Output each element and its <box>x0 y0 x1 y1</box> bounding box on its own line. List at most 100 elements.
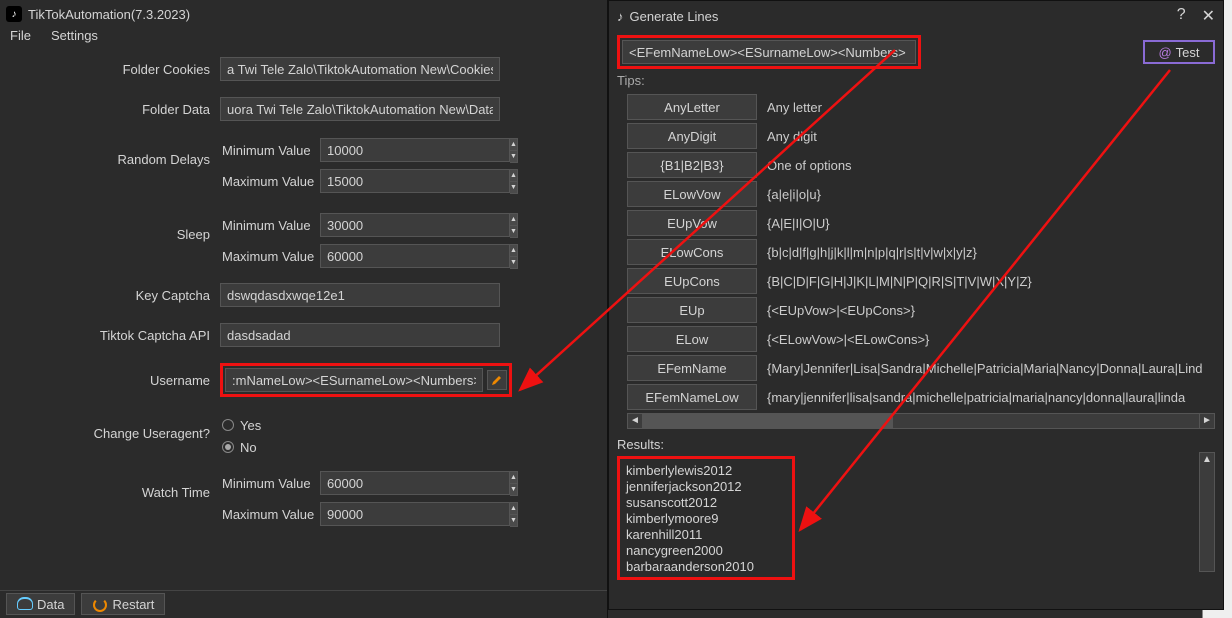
token-button[interactable]: AnyDigit <box>627 123 757 149</box>
scroll-left-icon[interactable]: ◄ <box>627 413 643 429</box>
scroll-thumb[interactable] <box>643 414 893 428</box>
token-desc: {Mary|Jennifer|Lisa|Sandra|Michelle|Patr… <box>767 361 1215 376</box>
folder-cookies-input[interactable] <box>220 57 500 81</box>
tiktok-captcha-input[interactable] <box>220 323 500 347</box>
label-username: Username <box>0 373 220 388</box>
key-captcha-input[interactable] <box>220 283 500 307</box>
token-button[interactable]: ELow <box>627 326 757 352</box>
token-row: ELowCons{b|c|d|f|g|h|j|k|l|m|n|p|q|r|s|t… <box>627 239 1215 265</box>
generate-lines-dialog: ♪ Generate Lines ? ✕ @Test Tips: AnyLett… <box>608 0 1224 610</box>
spin-down-icon[interactable]: ▼ <box>510 182 517 193</box>
token-list: AnyLetter Any letter AnyDigitAny digit {B1|… <box>617 94 1215 410</box>
restart-icon <box>92 597 106 611</box>
label-random-delays: Random Delays <box>0 138 220 167</box>
label-watch-time: Watch Time <box>0 471 220 500</box>
sleep-max-spin[interactable]: ▲▼ <box>320 244 490 269</box>
spin-down-icon[interactable]: ▼ <box>510 226 517 237</box>
sleep-min-spin[interactable]: ▲▼ <box>320 213 490 238</box>
data-button[interactable]: Data <box>6 593 75 615</box>
spin-down-icon[interactable]: ▼ <box>510 151 517 162</box>
token-row: AnyDigitAny digit <box>627 123 1215 149</box>
wt-min-input[interactable] <box>320 471 510 495</box>
spin-up-icon[interactable]: ▲ <box>510 170 517 182</box>
folder-data-input[interactable] <box>220 97 500 121</box>
dialog-titlebar: ♪ Generate Lines ? ✕ <box>609 1 1223 31</box>
spin-up-icon[interactable]: ▲ <box>510 214 517 226</box>
at-icon: @ <box>1158 45 1171 60</box>
rd-max-spin[interactable]: ▲▼ <box>320 169 490 194</box>
token-button[interactable]: EUpCons <box>627 268 757 294</box>
token-row: EUp {<EUpVow>|<EUpCons>} <box>627 297 1215 323</box>
rd-max-input[interactable] <box>320 169 510 193</box>
token-button[interactable]: EFemNameLow <box>627 384 757 410</box>
token-button[interactable]: EFemName <box>627 355 757 381</box>
vscrollbar[interactable]: ▲ <box>1199 452 1215 572</box>
radio-no[interactable] <box>222 441 234 453</box>
radio-yes[interactable] <box>222 419 234 431</box>
rd-min-spin[interactable]: ▲▼ <box>320 138 490 163</box>
label-sleep: Sleep <box>0 213 220 242</box>
token-row: AnyLetter Any letter <box>627 94 1215 120</box>
sleep-max-input[interactable] <box>320 244 510 268</box>
result-item: barbaraanderson2010 <box>626 559 786 575</box>
token-row: EFemName {Mary|Jennifer|Lisa|Sandra|Miche… <box>627 355 1215 381</box>
wt-max-spin[interactable]: ▲▼ <box>320 502 490 527</box>
expression-input[interactable] <box>622 40 916 64</box>
sleep-min-input[interactable] <box>320 213 510 237</box>
token-desc: {<ELowVow>|<ELowCons>} <box>767 332 1215 347</box>
result-item: susanscott2012 <box>626 495 786 511</box>
username-highlight <box>220 363 512 397</box>
edit-icon[interactable] <box>487 370 507 390</box>
results-label: Results: <box>617 437 1215 452</box>
close-icon[interactable]: ✕ <box>1202 6 1215 26</box>
dialog-title: Generate Lines <box>630 9 719 24</box>
token-row: ELow {<ELowVow>|<ELowCons>} <box>627 326 1215 352</box>
menu-settings[interactable]: Settings <box>51 28 98 48</box>
label-sleep-min: Minimum Value <box>220 218 320 233</box>
spin-up-icon[interactable]: ▲ <box>510 245 517 257</box>
spin-up-icon[interactable]: ▲ <box>510 503 517 515</box>
spin-up-icon[interactable]: ▲ <box>510 139 517 151</box>
spin-down-icon[interactable]: ▼ <box>510 484 517 495</box>
app-logo-icon: ♪ <box>617 9 624 24</box>
token-row: EUpCons{B|C|D|F|G|H|J|K|L|M|N|P|Q|R|S|T|… <box>627 268 1215 294</box>
bottombar: Data Restart <box>0 590 607 618</box>
token-desc: {<EUpVow>|<EUpCons>} <box>767 303 1215 318</box>
wt-max-input[interactable] <box>320 502 510 526</box>
results-list: kimberlylewis2012jenniferjackson2012susa… <box>617 456 795 580</box>
test-button[interactable]: @Test <box>1143 40 1215 64</box>
token-button[interactable]: AnyLetter <box>627 94 757 120</box>
spin-up-icon[interactable]: ▲ <box>510 472 517 484</box>
spin-down-icon[interactable]: ▼ <box>510 515 517 526</box>
label-yes: Yes <box>240 418 261 433</box>
token-desc: Any letter <box>767 100 1215 115</box>
username-input[interactable] <box>225 368 483 392</box>
scroll-up-icon[interactable]: ▲ <box>1200 453 1214 469</box>
app-logo-icon: ♪ <box>6 6 22 22</box>
hscrollbar[interactable]: ◄ ► <box>627 413 1215 429</box>
restart-button[interactable]: Restart <box>81 593 165 615</box>
scroll-right-icon[interactable]: ► <box>1199 413 1215 429</box>
result-item: karenhill2011 <box>626 527 786 543</box>
result-item: nancygreen2000 <box>626 543 786 559</box>
token-row: {B1|B2|B3}One of options <box>627 152 1215 178</box>
label-no: No <box>240 440 257 455</box>
result-item: kimberlylewis2012 <box>626 463 786 479</box>
token-button[interactable]: ELowCons <box>627 239 757 265</box>
token-button[interactable]: ELowVow <box>627 181 757 207</box>
token-button[interactable]: EUpVow <box>627 210 757 236</box>
menu-file[interactable]: File <box>10 28 31 48</box>
result-item: kimberlymoore9 <box>626 511 786 527</box>
token-button[interactable]: EUp <box>627 297 757 323</box>
form-area: Folder Cookies Folder Data Random Delays… <box>0 48 607 534</box>
help-icon[interactable]: ? <box>1177 6 1186 26</box>
rd-min-input[interactable] <box>320 138 510 162</box>
token-button[interactable]: {B1|B2|B3} <box>627 152 757 178</box>
result-item: jenniferjackson2012 <box>626 479 786 495</box>
token-row: ELowVow{a|e|i|o|u} <box>627 181 1215 207</box>
spin-down-icon[interactable]: ▼ <box>510 257 517 268</box>
label-folder-cookies: Folder Cookies <box>0 62 220 77</box>
wt-min-spin[interactable]: ▲▼ <box>320 471 490 496</box>
database-icon <box>17 597 31 611</box>
label-sleep-max: Maximum Value <box>220 249 320 264</box>
